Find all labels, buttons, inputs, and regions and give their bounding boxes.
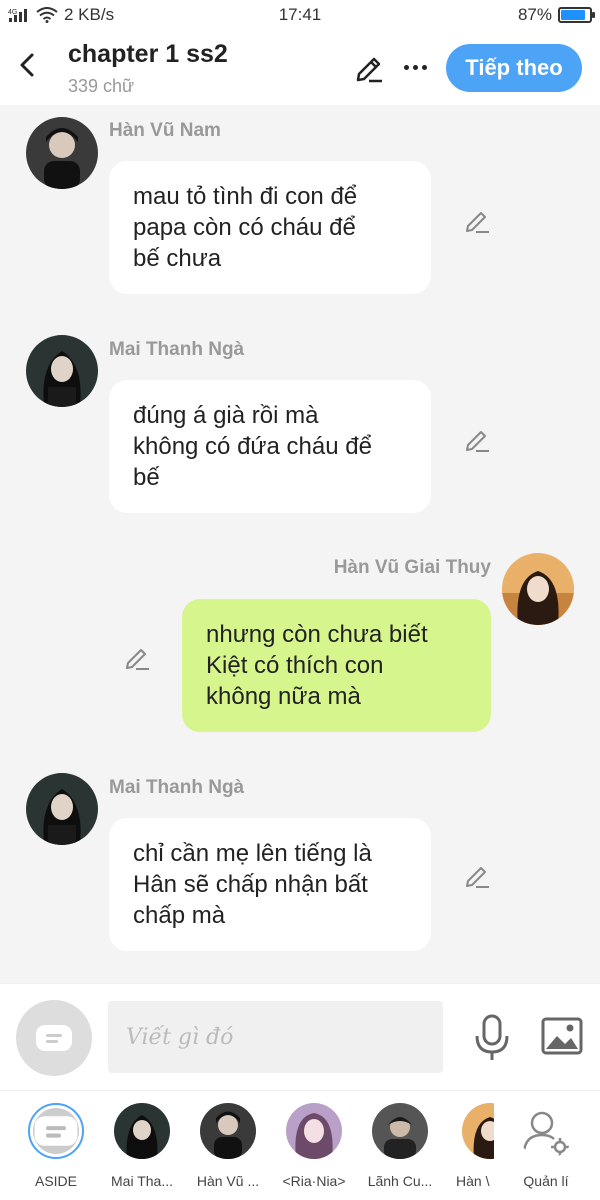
edit-button[interactable]	[352, 50, 386, 84]
battery-fill	[561, 10, 586, 20]
character-selector-bar: ASIDE Mai Tha... Hàn Vũ ... <Ria·Nia> Lã…	[0, 1090, 600, 1200]
avatar	[372, 1103, 428, 1159]
character-han-vu-giai-thuy[interactable]: Hàn \	[446, 1103, 494, 1189]
more-dot-icon	[421, 64, 427, 70]
message-line: Kiệt có thích con	[206, 652, 384, 679]
sender-name: Mai Thanh Ngà	[109, 777, 245, 798]
avatar[interactable]	[502, 553, 574, 625]
character-mai-thanh-nga[interactable]: Mai Tha...	[102, 1103, 182, 1189]
character-name: Mai Tha...	[111, 1173, 173, 1189]
aside-toggle-button[interactable]	[16, 1000, 92, 1076]
chat-bubble-icon	[34, 1116, 78, 1146]
back-button[interactable]	[12, 50, 42, 80]
word-count: 339 chữ	[68, 76, 135, 96]
next-button[interactable]: Tiếp theo	[446, 44, 582, 92]
avatar-han-vu-nam-icon	[26, 117, 98, 189]
battery-percent: 87%	[517, 5, 552, 24]
message-line: bế	[133, 464, 160, 491]
avatar	[462, 1103, 494, 1159]
image-icon[interactable]	[540, 1016, 584, 1056]
character-name: <Ria·Nia>	[282, 1173, 346, 1189]
avatar	[200, 1103, 256, 1159]
message-line: không có đứa cháu để	[133, 433, 372, 460]
edit-message-icon[interactable]	[462, 424, 492, 454]
chat-bubble-icon	[36, 1025, 72, 1051]
message-bubble[interactable]: chỉ cần mẹ lên tiếng là Hân sẽ chấp nhận…	[109, 818, 431, 951]
status-bar: 4G 2 KB/s 17:41 87%	[0, 0, 600, 30]
avatar-portrait-icon	[462, 1103, 494, 1159]
avatar-portrait-icon	[372, 1103, 428, 1159]
character-aside[interactable]: ASIDE	[16, 1103, 96, 1189]
more-options-button[interactable]	[398, 50, 432, 84]
edit-message-icon[interactable]	[122, 642, 152, 672]
character-han-vu-nam[interactable]: Hàn Vũ ...	[188, 1103, 268, 1189]
aside-avatar	[28, 1103, 84, 1159]
message-line: chỉ cần mẹ lên tiếng là	[133, 840, 372, 867]
manage-icon-wrap	[518, 1103, 574, 1159]
more-dot-icon	[412, 64, 418, 70]
app-header: chapter 1 ss2 339 chữ Tiếp theo	[0, 30, 600, 105]
avatar-mai-thanh-nga-icon	[26, 335, 98, 407]
microphone-icon[interactable]	[472, 1014, 512, 1062]
message-line: không nữa mà	[206, 683, 361, 710]
character-name: Lãnh Cu...	[367, 1173, 433, 1189]
sender-name: Hàn Vũ Giai Thuy	[333, 557, 491, 578]
avatar	[286, 1103, 342, 1159]
edit-message-icon[interactable]	[462, 205, 492, 235]
message-line: bế chưa	[133, 245, 222, 272]
character-name: Quản lí	[523, 1173, 569, 1189]
message-line: nhưng còn chưa biết	[206, 621, 428, 648]
sender-name: Hàn Vũ Nam	[109, 120, 221, 141]
message-line: papa còn có cháu để	[133, 214, 356, 241]
character-ria-nia[interactable]: <Ria·Nia>	[274, 1103, 354, 1189]
avatar-han-vu-giai-thuy-icon	[502, 553, 574, 625]
avatar-portrait-icon	[200, 1103, 256, 1159]
sender-name: Mai Thanh Ngà	[109, 339, 245, 360]
message-line: chấp mà	[133, 902, 226, 929]
pencil-icon	[356, 57, 382, 83]
edit-message-icon[interactable]	[462, 860, 492, 890]
character-name: ASIDE	[34, 1173, 77, 1189]
chat-area[interactable]: Hàn Vũ Nam mau tỏ tình đi con để papa cò…	[0, 105, 600, 983]
avatar	[114, 1103, 170, 1159]
avatar[interactable]	[26, 773, 98, 845]
character-name: Hàn Vũ ...	[196, 1173, 260, 1189]
clock: 17:41	[278, 5, 322, 24]
message-bubble[interactable]: đúng á già rồi mà không có đứa cháu để b…	[109, 380, 431, 513]
character-name: Hàn \	[456, 1173, 490, 1189]
avatar-mai-thanh-nga-icon	[26, 773, 98, 845]
user-settings-icon	[522, 1111, 569, 1156]
message-line: Hân sẽ chấp nhận bất	[133, 871, 368, 898]
character-lanh-cu[interactable]: Lãnh Cu...	[360, 1103, 440, 1189]
avatar-portrait-icon	[114, 1103, 170, 1159]
manage-characters-button[interactable]: Quản lí	[506, 1103, 586, 1189]
message-line: mau tỏ tình đi con để	[133, 183, 358, 210]
message-input[interactable]	[108, 1001, 443, 1073]
avatar[interactable]	[26, 117, 98, 189]
chevron-left-icon	[20, 53, 34, 77]
avatar[interactable]	[26, 335, 98, 407]
message-bubble[interactable]: mau tỏ tình đi con để papa còn có cháu đ…	[109, 161, 431, 294]
more-dot-icon	[403, 64, 409, 70]
message-composer	[0, 983, 600, 1090]
battery-icon	[558, 7, 595, 23]
page-title: chapter 1 ss2	[68, 40, 228, 68]
avatar-portrait-icon	[286, 1103, 342, 1159]
message-bubble[interactable]: nhưng còn chưa biết Kiệt có thích con kh…	[182, 599, 491, 732]
message-line: đúng á già rồi mà	[133, 402, 319, 429]
